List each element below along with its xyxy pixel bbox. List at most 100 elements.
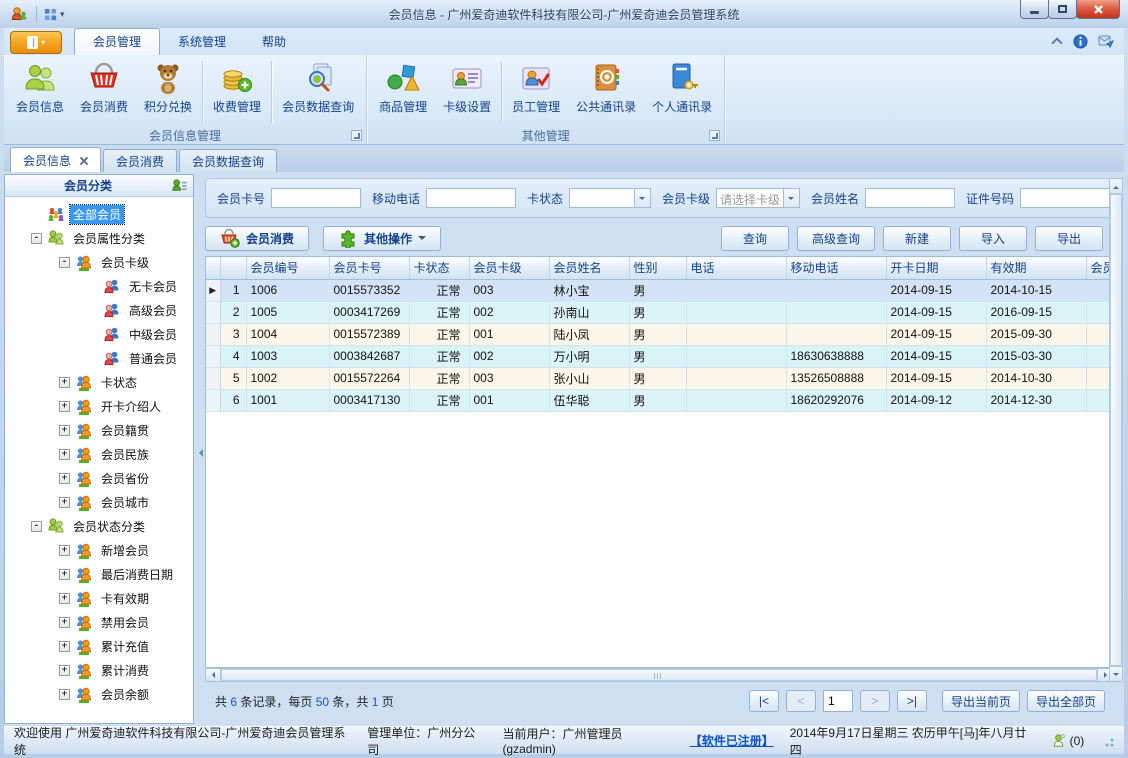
doc-tab-member-info[interactable]: 会员信息 bbox=[10, 147, 102, 172]
sidebar-item-member-province[interactable]: + 会员省份 bbox=[5, 466, 193, 490]
horizontal-scrollbar[interactable] bbox=[205, 668, 1113, 682]
sidebar-splitter[interactable] bbox=[194, 174, 203, 724]
cell-member-name[interactable]: 孙南山 bbox=[549, 301, 630, 324]
tree-expander-icon[interactable]: + bbox=[59, 376, 70, 388]
registered-link[interactable]: 【软件已注册】 bbox=[690, 732, 774, 749]
sidebar-item-card-status[interactable]: + 卡状态 bbox=[5, 370, 193, 394]
ribbon-button-member-data-query[interactable]: 会员数据查询 bbox=[274, 57, 362, 127]
tree-expander-icon[interactable]: - bbox=[59, 256, 70, 268]
sidebar-item-disabled-members[interactable]: + 禁用会员 bbox=[5, 610, 193, 634]
filter-select-member-card-level[interactable]: 请选择卡级 bbox=[715, 188, 800, 208]
next-page-button[interactable]: > bbox=[859, 690, 890, 712]
tree-expander-icon[interactable]: + bbox=[59, 592, 70, 604]
table-row[interactable]: 5 1002 0015572264 正常 003 张小山男 13526508888 2014-… bbox=[206, 367, 1112, 390]
scroll-up-icon[interactable] bbox=[1110, 179, 1122, 194]
ribbon-button-fee-management[interactable]: 收费管理 bbox=[205, 57, 269, 127]
sidebar-item-last-consume-date[interactable]: + 最后消费日期 bbox=[5, 562, 193, 586]
ribbon-button-card-level-settings[interactable]: 卡级设置 bbox=[435, 57, 499, 127]
sidebar-item-total-recharge[interactable]: + 累计充值 bbox=[5, 634, 193, 658]
cell-card-status[interactable]: 正常 bbox=[409, 389, 470, 412]
export-all-pages-button[interactable]: 导出全部页 bbox=[1026, 690, 1105, 712]
first-page-button[interactable]: |< bbox=[748, 690, 779, 712]
cell-valid-until[interactable]: 2014-10-15 bbox=[986, 279, 1087, 302]
filter-select-card-status[interactable] bbox=[569, 188, 651, 208]
sidebar-item-middle-member[interactable]: 中级会员 bbox=[5, 322, 193, 346]
sidebar-item-member-city[interactable]: + 会员城市 bbox=[5, 490, 193, 514]
cell-card-level[interactable]: 001 bbox=[469, 323, 550, 346]
column-header-card-level[interactable]: 会员卡级 bbox=[469, 257, 550, 280]
column-header-gender[interactable]: 性别 bbox=[629, 257, 687, 280]
cell-card-level[interactable]: 001 bbox=[469, 389, 550, 412]
column-header-phone[interactable]: 电话 bbox=[686, 257, 787, 280]
cell-open-date[interactable]: 2014-09-15 bbox=[886, 301, 987, 324]
cell-open-date[interactable]: 2014-09-15 bbox=[886, 279, 987, 302]
maximize-button[interactable] bbox=[1048, 0, 1077, 19]
action-button-member-consume[interactable]: 会员消费 bbox=[205, 225, 310, 251]
cell-card-no[interactable]: 0003842687 bbox=[329, 345, 410, 368]
ribbon-button-member-info[interactable]: 会员信息 bbox=[8, 57, 72, 127]
filter-input-mobile-phone[interactable] bbox=[426, 188, 517, 208]
close-tab-icon[interactable] bbox=[79, 156, 88, 165]
table-row[interactable]: 3 1004 0015572389 正常 001 陆小凤男 2014-09-15 2015-0… bbox=[206, 323, 1112, 346]
cell-phone[interactable] bbox=[686, 367, 787, 390]
column-header-card-no[interactable]: 会员卡号 bbox=[329, 257, 410, 280]
cell-mobile[interactable] bbox=[786, 279, 887, 302]
resize-grip[interactable] bbox=[1102, 734, 1114, 747]
doc-tab-member-data-query[interactable]: 会员数据查询 bbox=[179, 149, 278, 172]
cell-mobile[interactable] bbox=[786, 323, 887, 346]
filter-input-member-name[interactable] bbox=[864, 188, 955, 208]
cell-member-id[interactable]: 1001 bbox=[246, 389, 330, 412]
action-button-other-operations[interactable]: 其他操作 bbox=[323, 225, 442, 251]
table-row[interactable]: 6 1001 0003417130 正常 001 伍华聪男 18620292076 2014-… bbox=[206, 389, 1112, 412]
ribbon-button-personal-contacts[interactable]: 个人通讯录 bbox=[644, 57, 720, 127]
cell-phone[interactable] bbox=[686, 345, 787, 368]
action-button-advanced-search[interactable]: 高级查询 bbox=[796, 225, 875, 251]
cell-gender[interactable]: 男 bbox=[629, 389, 687, 412]
cell-member-name[interactable]: 陆小凤 bbox=[549, 323, 630, 346]
sidebar-item-no-card-member[interactable]: 无卡会员 bbox=[5, 274, 193, 298]
sidebar-item-member-status-category[interactable]: - 会员状态分类 bbox=[5, 514, 193, 538]
chevron-down-icon[interactable] bbox=[633, 189, 650, 207]
table-row[interactable]: 2 1005 0003417269 正常 002 孙南山男 2014-09-15 2016-0… bbox=[206, 301, 1112, 324]
cell-member-name[interactable]: 张小山 bbox=[549, 367, 630, 390]
about-info-icon[interactable] bbox=[1073, 34, 1088, 49]
tree-expander-icon[interactable]: + bbox=[59, 472, 70, 484]
application-menu-button[interactable]: ▾ bbox=[10, 31, 62, 54]
cell-member-id[interactable]: 1003 bbox=[246, 345, 330, 368]
page-number-input[interactable] bbox=[822, 690, 853, 712]
column-header-mobile[interactable]: 移动电话 bbox=[786, 257, 887, 280]
cell-card-level[interactable]: 003 bbox=[469, 279, 550, 302]
column-header-member-name[interactable]: 会员姓名 bbox=[549, 257, 630, 280]
collapse-ribbon-icon[interactable] bbox=[1051, 38, 1063, 45]
cell-open-date[interactable]: 2014-09-15 bbox=[886, 323, 987, 346]
tree-expander-icon[interactable]: + bbox=[59, 616, 70, 628]
tree-expander-icon[interactable]: - bbox=[31, 232, 42, 244]
cell-member-id[interactable]: 1004 bbox=[246, 323, 330, 346]
cell-phone[interactable] bbox=[686, 301, 787, 324]
cell-mobile[interactable]: 18630638888 bbox=[786, 345, 887, 368]
cell-phone[interactable] bbox=[686, 279, 787, 302]
cell-card-status[interactable]: 正常 bbox=[409, 345, 470, 368]
vertical-scroll-thumb[interactable] bbox=[1110, 194, 1122, 666]
sidebar-item-card-validity[interactable]: + 卡有效期 bbox=[5, 586, 193, 610]
scroll-left-icon[interactable] bbox=[206, 669, 221, 681]
cell-card-no[interactable]: 0015572389 bbox=[329, 323, 410, 346]
ribbon-tab-system-management[interactable]: 系统管理 bbox=[160, 29, 244, 55]
cell-gender[interactable]: 男 bbox=[629, 367, 687, 390]
cell-card-status[interactable]: 正常 bbox=[409, 323, 470, 346]
cell-member-id[interactable]: 1002 bbox=[246, 367, 330, 390]
quick-access-icon[interactable]: ▾ bbox=[43, 7, 65, 22]
cell-card-no[interactable]: 0015572264 bbox=[329, 367, 410, 390]
action-button-export[interactable]: 导出 bbox=[1035, 225, 1103, 251]
tree-expander-icon[interactable]: + bbox=[59, 544, 70, 556]
minimize-button[interactable] bbox=[1020, 0, 1049, 19]
cell-member-name[interactable]: 林小宝 bbox=[549, 279, 630, 302]
ribbon-button-points-exchange[interactable]: 积分兑换 bbox=[136, 57, 200, 127]
column-header-card-status[interactable]: 卡状态 bbox=[409, 257, 470, 280]
tree-expander-icon[interactable]: + bbox=[59, 688, 70, 700]
ribbon-tab-help[interactable]: 帮助 bbox=[244, 29, 304, 55]
cell-gender[interactable]: 男 bbox=[629, 323, 687, 346]
doc-tab-member-consume[interactable]: 会员消费 bbox=[103, 149, 178, 172]
scroll-down-icon[interactable] bbox=[1110, 666, 1122, 681]
cell-gender[interactable]: 男 bbox=[629, 345, 687, 368]
